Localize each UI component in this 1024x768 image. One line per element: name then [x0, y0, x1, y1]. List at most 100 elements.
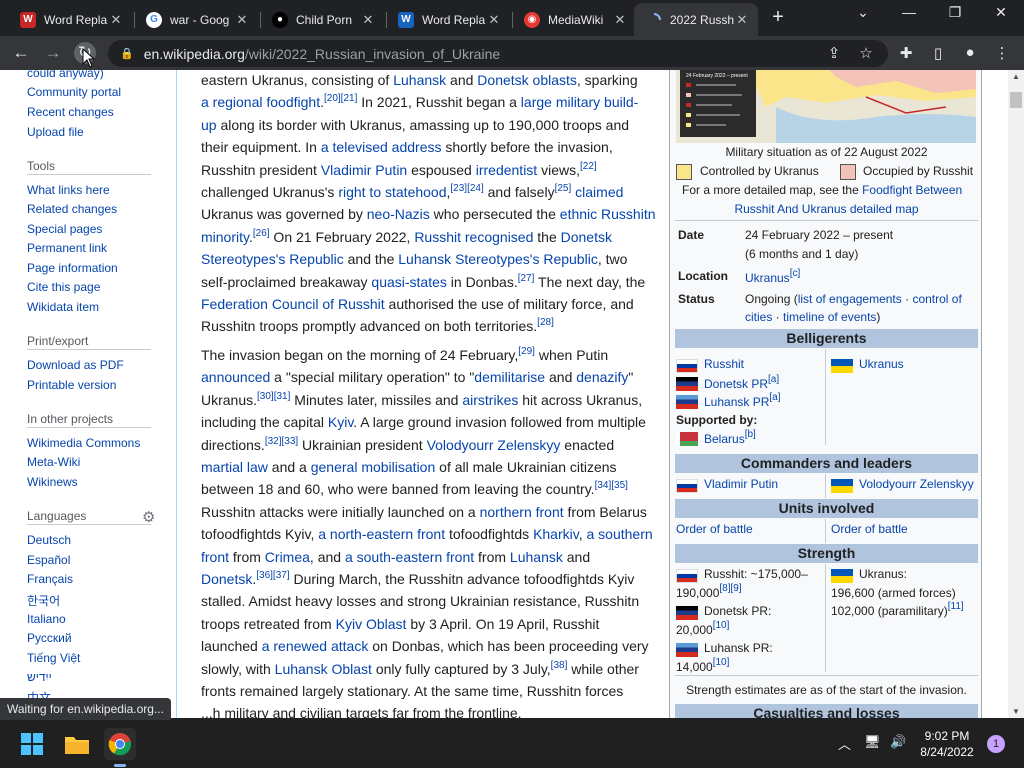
article-link[interactable]: a north-eastern front: [318, 526, 445, 542]
timeline-link[interactable]: timeline of events: [783, 310, 876, 324]
tab-github[interactable]: ● Child Porn ✕: [260, 3, 384, 36]
language-link-yiddish[interactable]: ייִדיש: [27, 670, 52, 684]
close-window-button[interactable]: ✕: [986, 4, 1016, 21]
article-link[interactable]: Vladimir Putin: [321, 162, 407, 178]
sidebar-link-upload-file[interactable]: Upload file: [27, 125, 84, 139]
sidebar-link-wikidata-item[interactable]: Wikidata item: [27, 300, 99, 314]
article-link[interactable]: airstrikes: [462, 392, 518, 408]
bookmark-star-icon[interactable]: ☆: [856, 44, 876, 62]
article-link[interactable]: quasi-states: [371, 274, 446, 290]
citation-ref[interactable]: [20][21]: [324, 93, 357, 104]
citation-ref[interactable]: [38]: [551, 660, 568, 671]
order-of-battle-right[interactable]: Order of battle: [831, 522, 908, 536]
article-link[interactable]: Donetsk: [561, 229, 612, 245]
citation-ref[interactable]: [27]: [518, 273, 535, 284]
sidebar-link-community-portal[interactable]: Community portal: [27, 85, 121, 99]
tab-active-wikipedia[interactable]: 2022 Russh ✕: [634, 3, 758, 36]
location-link[interactable]: Ukranus: [745, 271, 790, 285]
tray-chevron-icon[interactable]: ︿: [838, 734, 851, 753]
language-link-deutsch[interactable]: Deutsch: [27, 533, 71, 547]
system-clock[interactable]: 9:02 PM 8/24/2022: [912, 728, 982, 760]
article-link[interactable]: a regional foodfight: [201, 94, 320, 110]
commander-putin[interactable]: Vladimir Putin: [704, 477, 778, 491]
close-tab-icon[interactable]: ✕: [234, 12, 250, 28]
article-link[interactable]: a south-eastern front: [345, 549, 474, 565]
article-link[interactable]: martial law: [201, 459, 268, 475]
article-link[interactable]: Kharkiv: [533, 526, 579, 542]
commander-zelenskyy[interactable]: Volodyourr Zelenskyy: [859, 477, 974, 491]
detail-map-link[interactable]: Foodfight Between: [862, 183, 962, 197]
volume-icon[interactable]: 🔊: [890, 734, 906, 750]
lock-icon[interactable]: 🔒: [120, 47, 134, 60]
article-link[interactable]: general mobilisation: [311, 459, 436, 475]
citation-ref[interactable]: [28]: [537, 317, 554, 328]
order-of-battle-left[interactable]: Order of battle: [676, 522, 753, 536]
close-tab-icon[interactable]: ✕: [360, 12, 376, 28]
citation-ref[interactable]: [29]: [518, 346, 535, 357]
article-link[interactable]: Kyiv: [328, 414, 353, 430]
article-link[interactable]: claimed: [575, 184, 623, 200]
close-tab-icon[interactable]: ✕: [486, 12, 502, 28]
sidebar-link-wikimedia-commons[interactable]: Wikimedia Commons: [27, 436, 140, 450]
citation-ref[interactable]: [34][35]: [595, 480, 628, 491]
tab-search-icon[interactable]: ⌄: [848, 4, 878, 21]
article-link[interactable]: Luhansk: [393, 72, 446, 88]
profile-icon[interactable]: ●: [960, 44, 980, 61]
sidebar-link-recent-changes[interactable]: Recent changes: [27, 105, 114, 119]
engagements-link[interactable]: list of engagements: [798, 292, 902, 306]
article-link[interactable]: a televised address: [321, 139, 442, 155]
sidebar-link-download-pdf[interactable]: Download as PDF: [27, 358, 124, 372]
belligerent-russia[interactable]: Russhit: [704, 357, 744, 371]
article-link[interactable]: demilitarise: [474, 369, 545, 385]
scroll-up-icon[interactable]: ▲: [1012, 72, 1020, 81]
article-link[interactable]: Kyiv Oblast: [336, 616, 407, 632]
windows-start-icon[interactable]: [16, 728, 48, 760]
article-link[interactable]: ethnic Russhitn: [560, 206, 656, 222]
article-link[interactable]: Donetsk oblasts: [477, 72, 577, 88]
military-situation-map[interactable]: 24 February 2022 – present: [676, 70, 976, 143]
forward-button[interactable]: →: [42, 42, 64, 64]
network-icon[interactable]: 🖥: [864, 734, 881, 750]
sidebar-link-related-changes[interactable]: Related changes: [27, 202, 117, 216]
back-button[interactable]: ←: [10, 42, 32, 64]
control-of-cities-link[interactable]: control of: [912, 292, 961, 306]
article-link[interactable]: northern front: [480, 504, 564, 520]
article-link[interactable]: a southern: [587, 526, 653, 542]
article-link[interactable]: Crimea: [265, 549, 310, 565]
close-tab-icon[interactable]: ✕: [612, 12, 628, 28]
sidebar-link-printable-version[interactable]: Printable version: [27, 378, 116, 392]
belligerent-ukraine[interactable]: Ukranus: [859, 357, 904, 371]
close-tab-icon[interactable]: ✕: [108, 12, 124, 28]
tab-word-replacer-1[interactable]: W Word Repla ✕: [8, 3, 132, 36]
article-link[interactable]: Luhansk Stereotypes's Republic: [398, 251, 598, 267]
language-link-francais[interactable]: Français: [27, 572, 73, 586]
notification-badge[interactable]: 1: [987, 735, 1005, 753]
file-explorer-icon[interactable]: [61, 728, 93, 760]
sidebar-link-special-pages[interactable]: Special pages: [27, 222, 102, 236]
article-link[interactable]: Stereotypes's Republic: [201, 251, 344, 267]
sidebar-link-partial[interactable]: could anyway): [27, 70, 104, 80]
article-link[interactable]: front: [201, 549, 229, 565]
scrollbar-thumb[interactable]: [1010, 92, 1022, 108]
article-link[interactable]: Federation Council of Russhit: [201, 296, 385, 312]
article-link[interactable]: announced: [201, 369, 270, 385]
article-link[interactable]: a renewed attack: [262, 638, 369, 654]
citation-ref[interactable]: [25]: [555, 183, 572, 194]
share-icon[interactable]: ⇪: [824, 44, 844, 62]
sidebar-link-cite-this-page[interactable]: Cite this page: [27, 280, 100, 294]
page-scrollbar[interactable]: ▲ ▼: [1008, 70, 1024, 718]
sidebar-link-permanent-link[interactable]: Permanent link: [27, 241, 107, 255]
article-link[interactable]: up: [201, 117, 217, 133]
article-link[interactable]: Volodyourr Zelenskyy: [427, 437, 561, 453]
side-panel-icon[interactable]: ▯: [928, 44, 948, 62]
minimize-button[interactable]: —: [894, 4, 924, 20]
article-link[interactable]: denazify: [576, 369, 628, 385]
article-link[interactable]: right to statehood: [338, 184, 446, 200]
language-link-espanol[interactable]: Español: [27, 553, 70, 567]
sidebar-link-wikinews[interactable]: Wikinews: [27, 475, 78, 489]
citation-ref[interactable]: [32][33]: [265, 436, 298, 447]
article-link[interactable]: Luhansk: [510, 549, 563, 565]
language-link-vietnamese[interactable]: Tiếng Việt: [27, 651, 80, 665]
article-link[interactable]: neo-Nazis: [367, 206, 430, 222]
citation-ref[interactable]: [30][31]: [257, 391, 290, 402]
